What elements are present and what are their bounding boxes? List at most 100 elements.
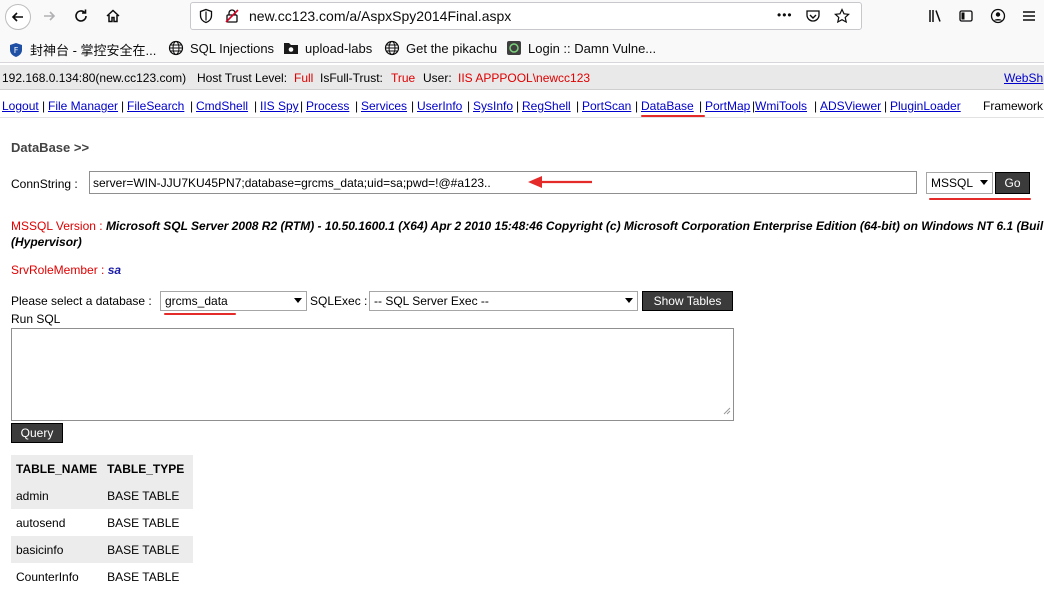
- mssql-version-label: MSSQL Version :: [11, 219, 103, 233]
- nav-portscan[interactable]: PortScan: [582, 99, 631, 113]
- table-row[interactable]: admin BASE TABLE: [11, 482, 194, 509]
- nav-separator: |: [635, 99, 639, 113]
- nav-file-manager[interactable]: File Manager: [48, 99, 118, 113]
- table-cell: BASE TABLE: [102, 509, 194, 536]
- annotation-underline: [929, 198, 1031, 200]
- nav-separator: |: [411, 99, 415, 113]
- bookmark-item[interactable]: F 封神台 - 掌控安全在...: [8, 40, 156, 59]
- bookmark-item[interactable]: Get the pikachu: [384, 40, 497, 56]
- nav-userinfo[interactable]: UserInfo: [417, 99, 462, 113]
- chevron-down-icon: [980, 180, 988, 185]
- nav-separator: |: [516, 99, 520, 113]
- table-cell: CounterInfo: [11, 563, 103, 590]
- sql-textarea[interactable]: [11, 328, 734, 421]
- nav-portmap[interactable]: PortMap: [705, 99, 750, 113]
- url-text[interactable]: new.cc123.com/a/AspxSpy2014Final.aspx: [249, 8, 511, 24]
- nav-separator: |: [190, 99, 194, 113]
- nav-logout[interactable]: Logout: [2, 99, 39, 113]
- sidebar-icon[interactable]: [955, 5, 977, 27]
- nav-separator: |: [699, 99, 703, 113]
- table-cell: autosend: [11, 509, 103, 536]
- nav-bar: Logout | File Manager | FileSearch | Cmd…: [0, 92, 1044, 118]
- sqlexec-select[interactable]: -- SQL Server Exec --: [369, 291, 638, 311]
- more-icon[interactable]: •••: [777, 8, 793, 22]
- nav-separator: |: [254, 99, 258, 113]
- back-icon[interactable]: [5, 4, 31, 30]
- table-cell: admin: [11, 482, 103, 509]
- nav-process[interactable]: Process: [306, 99, 349, 113]
- nav-separator: |: [300, 99, 304, 113]
- globe-icon: [168, 40, 184, 56]
- tables-result-table: TABLE_NAME TABLE_TYPE admin BASE TABLE a…: [11, 455, 194, 590]
- nav-services[interactable]: Services: [361, 99, 407, 113]
- forward-icon[interactable]: [38, 5, 60, 27]
- srvrolemember-value: sa: [107, 263, 122, 277]
- home-icon[interactable]: [102, 5, 124, 27]
- reload-icon[interactable]: [70, 5, 92, 27]
- bookmark-item[interactable]: SQL Injections: [168, 40, 274, 56]
- table-row[interactable]: CounterInfo BASE TABLE: [11, 563, 194, 590]
- annotation-underline: [641, 115, 705, 117]
- host-address: 192.168.0.134:80(new.cc123.com): [2, 71, 187, 85]
- show-tables-button[interactable]: Show Tables: [642, 291, 733, 311]
- bookmark-star-icon[interactable]: [834, 8, 850, 27]
- nav-sysinfo[interactable]: SysInfo: [473, 99, 513, 113]
- nav-separator: |: [884, 99, 888, 113]
- srvrolemember-line: SrvRoleMember : sa: [11, 263, 121, 277]
- database-select[interactable]: grcms_data: [160, 291, 307, 311]
- mssql-version-value: Microsoft SQL Server 2008 R2 (RTM) - 10.…: [105, 219, 1044, 233]
- trust-level-value: Full: [294, 71, 314, 85]
- menu-icon[interactable]: [1018, 5, 1040, 27]
- table-cell: BASE TABLE: [102, 536, 194, 563]
- table-cell: basicinfo: [11, 536, 103, 563]
- resize-grip-icon[interactable]: [723, 404, 731, 418]
- globe-icon: [384, 40, 400, 56]
- nav-adsviewer[interactable]: ADSViewer: [820, 99, 881, 113]
- pocket-icon[interactable]: [805, 8, 821, 27]
- sqlexec-label: SQLExec :: [310, 294, 368, 308]
- go-button[interactable]: Go: [995, 172, 1030, 194]
- query-button[interactable]: Query: [11, 423, 63, 443]
- folder-icon: [283, 40, 299, 56]
- websh-link[interactable]: WebSh: [1004, 71, 1043, 85]
- table-cell: BASE TABLE: [102, 563, 194, 590]
- mssql-version-value-2: (Hypervisor): [11, 235, 82, 249]
- table-cell: BASE TABLE: [102, 482, 194, 509]
- nav-filesearch[interactable]: FileSearch: [127, 99, 184, 113]
- url-bar[interactable]: new.cc123.com/a/AspxSpy2014Final.aspx ••…: [190, 2, 862, 30]
- shield-icon[interactable]: [198, 8, 214, 27]
- bookmarks-bar: F 封神台 - 掌控安全在... SQL Injections upload-l…: [0, 33, 1044, 63]
- db-type-select[interactable]: MSSQL: [926, 172, 993, 194]
- annotation-arrow: [526, 173, 596, 192]
- nav-separator: |: [814, 99, 818, 113]
- bookmark-item[interactable]: upload-labs: [283, 40, 372, 56]
- nav-separator: |: [467, 99, 471, 113]
- mssql-version-line: MSSQL Version : Microsoft SQL Server 200…: [11, 219, 1043, 233]
- srvrolemember-label: SrvRoleMember :: [11, 263, 105, 277]
- account-icon[interactable]: [987, 5, 1009, 27]
- nav-separator: |: [121, 99, 125, 113]
- nav-iis-spy[interactable]: IIS Spy: [260, 99, 299, 113]
- insecure-lock-icon[interactable]: [224, 8, 240, 27]
- chevron-down-icon: [625, 298, 633, 303]
- dvwa-icon: [506, 40, 522, 56]
- svg-text:F: F: [14, 46, 19, 55]
- nav-pluginloader[interactable]: PluginLoader: [890, 99, 961, 113]
- nav-database[interactable]: DataBase: [641, 99, 694, 113]
- nav-cmdshell[interactable]: CmdShell: [196, 99, 248, 113]
- nav-regshell[interactable]: RegShell: [522, 99, 571, 113]
- database-heading: DataBase >>: [11, 140, 90, 155]
- host-info-bar: 192.168.0.134:80(new.cc123.com) Host Tru…: [0, 65, 1044, 90]
- nav-framework: Framework: [983, 99, 1044, 113]
- table-row[interactable]: basicinfo BASE TABLE: [11, 536, 194, 563]
- nav-separator: |: [355, 99, 359, 113]
- database-select-value: grcms_data: [165, 294, 228, 308]
- nav-wmitools[interactable]: WmiTools: [755, 99, 807, 113]
- bookmark-item[interactable]: Login :: Damn Vulne...: [506, 40, 656, 56]
- connstring-input[interactable]: server=WIN-JJU7KU45PN7;database=grcms_da…: [89, 171, 917, 194]
- library-icon[interactable]: [924, 5, 946, 27]
- user-label: User:: [423, 71, 452, 85]
- connstring-value: server=WIN-JJU7KU45PN7;database=grcms_da…: [93, 176, 491, 190]
- table-row[interactable]: autosend BASE TABLE: [11, 509, 194, 536]
- connstring-label: ConnString :: [11, 177, 78, 191]
